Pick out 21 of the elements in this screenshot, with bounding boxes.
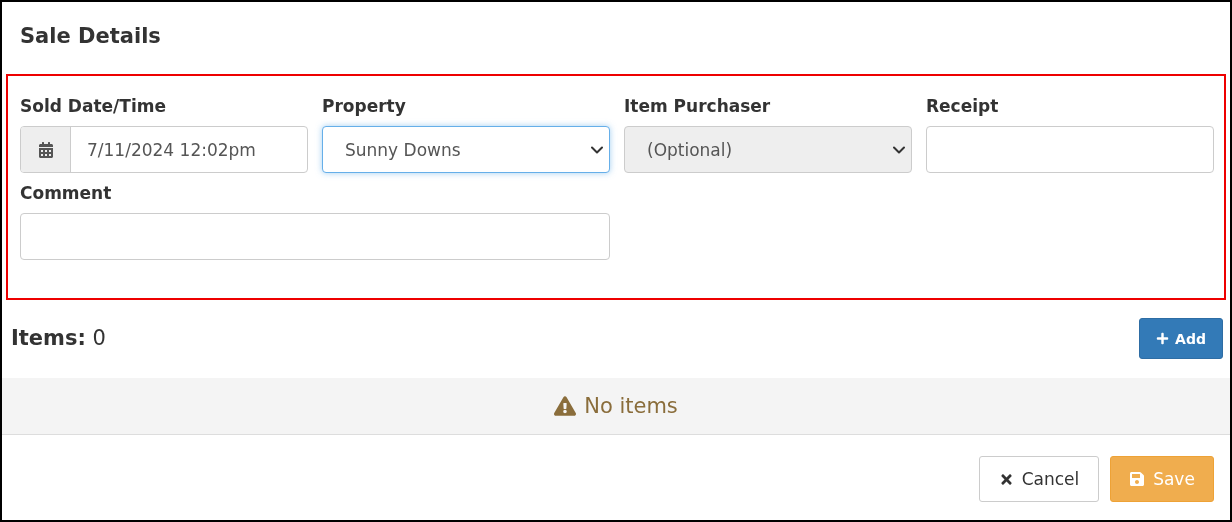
field-label: Sold Date/Time [20, 96, 167, 118]
warning-icon [554, 395, 577, 417]
comment-field[interactable] [20, 213, 610, 260]
plus-icon [1156, 332, 1170, 345]
items-count: Items: 0 [11, 326, 106, 350]
field-label: Item Purchaser [624, 96, 772, 118]
select-field[interactable]: Sunny Downs [322, 126, 610, 173]
dialog-title: Sale Details [19, 23, 162, 50]
save-icon [1129, 471, 1146, 487]
text-field[interactable] [926, 126, 1214, 173]
field-label: Receipt [926, 96, 1000, 118]
add-button[interactable]: Add [1139, 318, 1223, 359]
field-label: Property [322, 96, 407, 118]
date-time-field[interactable]: 7/11/2024 12:02pm [20, 126, 308, 173]
field-label: Comment [20, 183, 113, 205]
cancel-button[interactable]: Cancel [979, 456, 1099, 502]
calendar-icon[interactable] [21, 127, 71, 172]
date-input[interactable]: 7/11/2024 12:02pm [71, 127, 307, 172]
empty-message: No items [584, 394, 678, 418]
chevron-down-icon [591, 145, 603, 154]
chevron-down-icon [893, 145, 905, 154]
